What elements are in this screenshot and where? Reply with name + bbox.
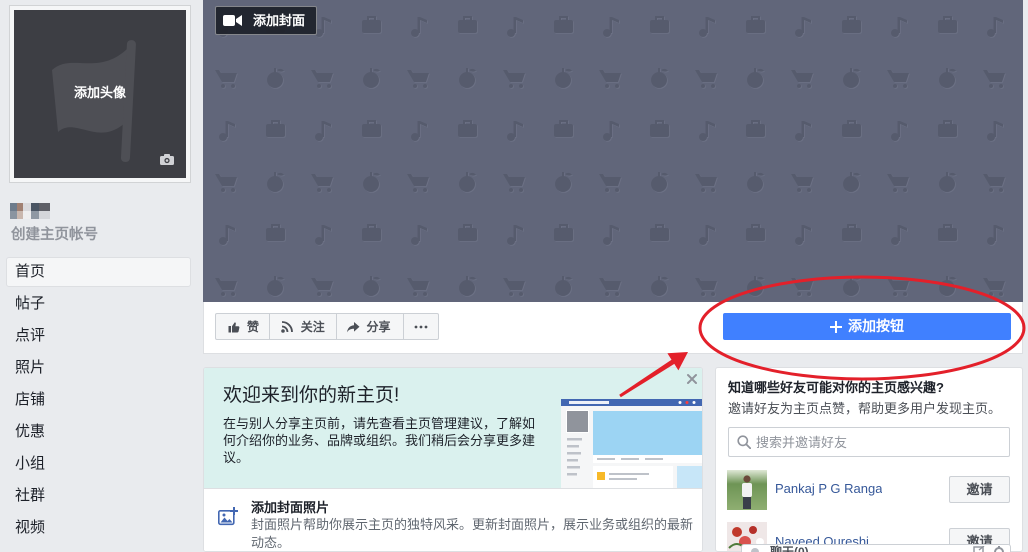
invite-button[interactable]: 邀请 — [949, 476, 1010, 503]
follow-button[interactable]: 关注 — [268, 314, 337, 339]
thumbs-up-icon — [228, 321, 240, 332]
share-arrow-icon — [347, 321, 360, 332]
welcome-title: 欢迎来到你的新主页! — [223, 385, 400, 406]
close-icon[interactable] — [685, 372, 699, 386]
welcome-body: 在与别人分享主页前，请先查看主页管理建议，了解如何介绍你的业务、品牌或组织。我们… — [223, 416, 536, 465]
chat-status-icon — [751, 548, 759, 552]
like-button[interactable]: 赞 — [216, 314, 269, 339]
add-cover-button[interactable]: 添加封面 — [215, 6, 317, 35]
friend-name-link[interactable]: Pankaj P G Ranga — [775, 480, 882, 498]
nav-item-community[interactable]: 社群 — [6, 481, 191, 511]
nav-item-offers[interactable]: 优惠 — [6, 417, 191, 447]
invite-search — [728, 427, 1010, 457]
add-cover-photo-tip[interactable]: 添加封面照片 封面照片帮助你展示主页的独特风采。更新封面照片，展示业务或组织的最… — [204, 488, 702, 551]
more-dots-icon — [414, 325, 428, 328]
add-button-label: 添加按钮 — [848, 318, 904, 334]
follow-label: 关注 — [300, 320, 325, 334]
add-button-cta[interactable]: 添加按钮 — [723, 313, 1011, 340]
share-label: 分享 — [366, 320, 391, 334]
nav-item-posts[interactable]: 帖子 — [6, 289, 191, 319]
invite-friends-card: 知道哪些好友可能对你的主页感兴趣? 邀请好友为主页点赞，帮助更多用户发现主页。 — [715, 367, 1023, 552]
rss-icon — [280, 321, 293, 333]
page-name-pixelated — [10, 203, 50, 219]
left-sidebar: 添加头像 创建主页帐号 首页 帖子 点评 照片 店铺 优惠 小组 社群 视频 — [0, 0, 200, 552]
camera-icon[interactable] — [160, 154, 174, 165]
nav-item-groups[interactable]: 小组 — [6, 449, 191, 479]
welcome-card: 欢迎来到你的新主页! 在与别人分享主页前，请先查看主页管理建议，了解如何介绍你的… — [203, 367, 703, 552]
page-nav: 首页 帖子 点评 照片 店铺 优惠 小组 社群 视频 — [6, 257, 191, 545]
gear-icon[interactable] — [993, 546, 1005, 552]
create-username-link[interactable]: 创建主页帐号 — [11, 226, 98, 244]
invite-subtitle: 邀请好友为主页点赞，帮助更多用户发现主页。 — [728, 401, 1002, 416]
chat-bar[interactable]: 聊天(0) — [741, 544, 1011, 552]
tip-body: 封面照片帮助你展示主页的独特风采。更新封面照片，展示业务或组织的最新动态。 — [251, 517, 694, 550]
add-cover-label: 添加封面 — [253, 13, 306, 28]
add-photo-icon — [218, 507, 238, 526]
welcome-banner: 欢迎来到你的新主页! 在与别人分享主页前，请先查看主页管理建议，了解如何介绍你的… — [204, 368, 702, 488]
nav-item-shop[interactable]: 店铺 — [6, 385, 191, 415]
nav-item-reviews[interactable]: 点评 — [6, 321, 191, 351]
video-camera-icon — [223, 15, 242, 26]
tip-title[interactable]: 添加封面照片 — [251, 499, 329, 516]
cover-photo[interactable]: 添加封面 — [203, 0, 1023, 302]
page-actions-group: 赞 关注 分享 — [215, 313, 439, 340]
nav-item-photos[interactable]: 照片 — [6, 353, 191, 383]
nav-item-home[interactable]: 首页 — [6, 257, 191, 287]
nav-item-videos[interactable]: 视频 — [6, 513, 191, 543]
profile-picture[interactable]: 添加头像 — [10, 6, 190, 182]
invite-title: 知道哪些好友可能对你的主页感兴趣? — [728, 380, 944, 395]
friend-row: Pankaj P G Ranga 邀请 — [716, 470, 1022, 510]
like-label: 赞 — [247, 320, 260, 334]
avatar[interactable] — [727, 470, 767, 510]
invite-search-input[interactable] — [728, 427, 1010, 457]
compose-icon[interactable] — [973, 546, 985, 552]
cover-pattern — [203, 0, 1023, 302]
page: 添加头像 创建主页帐号 首页 帖子 点评 照片 店铺 优惠 小组 社群 视频 添… — [0, 0, 1028, 552]
more-button[interactable] — [403, 314, 438, 339]
add-profile-picture-label: 添加头像 — [73, 85, 126, 100]
chat-label: 聊天(0) — [770, 545, 809, 552]
page-action-bar: 赞 关注 分享 添加按钮 — [203, 302, 1023, 354]
search-icon — [737, 435, 751, 449]
share-button[interactable]: 分享 — [336, 314, 403, 339]
plus-icon — [830, 320, 842, 333]
welcome-illustration — [561, 399, 702, 488]
